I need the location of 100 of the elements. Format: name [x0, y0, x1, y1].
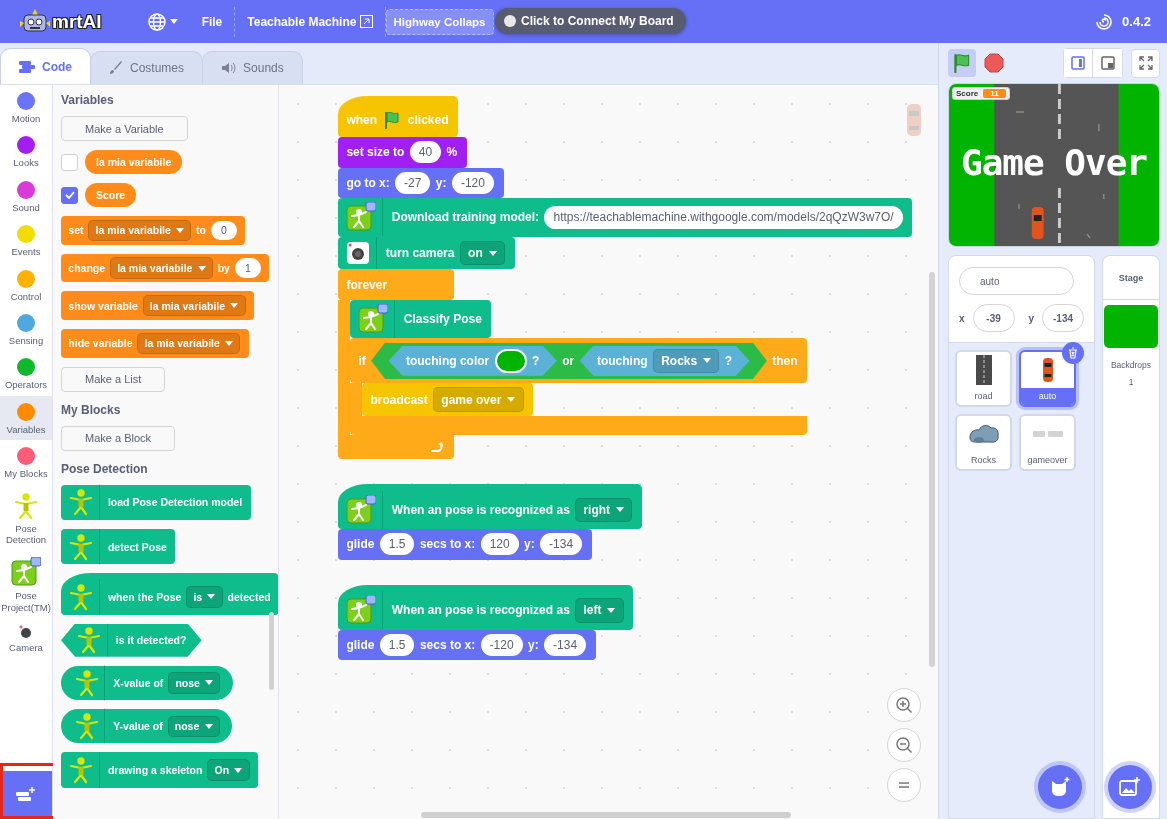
category-item[interactable]: Control: [0, 262, 52, 307]
section-heading: Variables: [61, 93, 114, 107]
code-block[interactable]: hide variable la mia variabile: [61, 329, 249, 358]
category-item[interactable]: Camera: [0, 618, 52, 659]
value-input[interactable]: -134: [544, 633, 587, 657]
sprite-name: auto: [1021, 388, 1074, 405]
stage-size-button[interactable]: [1064, 49, 1093, 77]
backdrop-thumbnail[interactable]: [1104, 305, 1158, 348]
variable-reporter[interactable]: la mia variabile: [85, 150, 183, 174]
value-input[interactable]: -120: [480, 633, 523, 657]
code-block[interactable]: if touching color ? or touching Rocks ? then: [350, 338, 808, 384]
add-backdrop-button[interactable]: [1108, 765, 1152, 809]
color-picker[interactable]: [494, 348, 527, 373]
scrollbar-thumb[interactable]: [929, 272, 935, 667]
boolean-block[interactable]: touching color ?: [388, 345, 557, 376]
zoom-out-button[interactable]: [887, 728, 921, 762]
value-input[interactable]: 1.5: [379, 633, 415, 657]
dropdown-menu[interactable]: is: [186, 586, 223, 608]
category-item[interactable]: Sound: [0, 173, 52, 219]
category-item[interactable]: My Blocks: [0, 440, 52, 485]
start-flag-button[interactable]: [948, 49, 976, 77]
value-input[interactable]: 40: [409, 141, 442, 164]
fullscreen-button[interactable]: [1131, 48, 1160, 78]
value-input[interactable]: https://teachablemachine.withgoogle.com/models/2qQzW3w7O/: [544, 206, 903, 229]
category-label: Control: [10, 290, 42, 302]
menu-item[interactable]: File: [189, 0, 235, 43]
dropdown-menu[interactable]: la mia variabile: [109, 257, 213, 279]
palette-button[interactable]: Make a List: [61, 366, 166, 392]
code-block[interactable]: glide 1.5 secs to x: 120 y: -134: [338, 528, 592, 560]
checkbox[interactable]: [61, 186, 78, 204]
editor-tab[interactable]: Sounds: [202, 51, 303, 84]
dropdown-menu[interactable]: game over: [433, 387, 524, 412]
value-input[interactable]: 1.5: [379, 533, 415, 556]
code-block[interactable]: load Pose Detection model: [61, 484, 251, 521]
dropdown-menu[interactable]: la mia variabile: [142, 295, 246, 317]
category-label: Camera: [9, 642, 43, 654]
code-block[interactable]: Download training model: https://teachablemachine.withgoogle.com/models/2qQzW3w7O/: [338, 198, 913, 237]
car-icon: [1041, 357, 1054, 383]
editor-tab[interactable]: Costumes: [90, 51, 204, 84]
dropdown-menu[interactable]: nose: [167, 715, 220, 737]
dropdown-menu[interactable]: nose: [168, 672, 221, 694]
dropdown-menu[interactable]: Rocks: [652, 348, 720, 373]
dropdown-menu[interactable]: left: [575, 598, 624, 623]
add-sprite-button[interactable]: [1038, 765, 1082, 809]
reset-zoom-button[interactable]: [887, 768, 921, 802]
code-block[interactable]: show variable la mia variabile: [61, 291, 255, 321]
code-block[interactable]: set size to 40 %: [338, 136, 467, 168]
code-block[interactable]: X-value of nose: [61, 665, 234, 701]
code-block[interactable]: glide 1.5 secs to x: -120 y: -134: [338, 629, 596, 661]
block-label: or: [562, 353, 575, 368]
block-label: secs to x:: [419, 537, 476, 552]
sprite-tile[interactable]: road: [955, 350, 1012, 407]
code-block[interactable]: drawing a skeleton On: [61, 752, 258, 788]
category-item[interactable]: Operators: [0, 351, 52, 396]
scrollbar-thumb[interactable]: [269, 612, 274, 690]
sprite-tile[interactable]: gameover: [1019, 414, 1076, 471]
sprite-tile[interactable]: Rocks: [955, 414, 1012, 471]
palette-button[interactable]: Make a Block: [61, 425, 176, 451]
code-block[interactable]: set la mia variabile to 0: [61, 216, 246, 245]
code-block[interactable]: when the Pose is detected: [61, 573, 278, 615]
dropdown-menu[interactable]: on: [459, 240, 505, 266]
palette-button[interactable]: Make a Variable: [61, 116, 188, 141]
value-input[interactable]: -120: [451, 171, 494, 195]
code-block[interactable]: is it detected?: [61, 623, 202, 657]
dropdown-menu[interactable]: right: [575, 497, 633, 522]
code-block[interactable]: When an pose is recognized as left: [338, 584, 634, 630]
category-item[interactable]: Pose Detection: [0, 484, 52, 551]
menu-link[interactable]: Teachable Machine: [235, 0, 386, 43]
dropdown-menu[interactable]: la mia variabile: [137, 332, 241, 355]
code-block[interactable]: broadcast game over: [362, 383, 534, 416]
category-item[interactable]: Looks: [0, 129, 52, 174]
category-item[interactable]: Variables: [0, 395, 52, 441]
code-block[interactable]: Classify Pose: [350, 300, 492, 339]
dropdown-menu[interactable]: On: [207, 759, 250, 781]
value-input[interactable]: 120: [480, 533, 519, 556]
editor-tab[interactable]: Code: [0, 48, 91, 84]
value-input[interactable]: 0: [210, 220, 237, 240]
variable-reporter[interactable]: Score: [85, 183, 137, 207]
sprite-tile[interactable]: auto: [1019, 350, 1076, 407]
value-input[interactable]: 1: [234, 258, 261, 278]
dropdown-menu[interactable]: la mia variabile: [88, 219, 192, 241]
code-block[interactable]: change la mia variabile by 1: [61, 253, 270, 283]
code-block[interactable]: go to x: -27 y: -120: [338, 167, 504, 199]
value-input[interactable]: -27: [395, 171, 431, 195]
code-block[interactable]: detect Pose: [61, 529, 176, 565]
scrollbar-thumb[interactable]: [421, 812, 791, 818]
code-block[interactable]: Y-value of nose: [61, 709, 233, 744]
project-title-field[interactable]: Highway Collaps: [386, 8, 495, 35]
value-input[interactable]: -134: [540, 533, 583, 556]
category-item[interactable]: Pose Project(TM): [0, 550, 52, 619]
category-item[interactable]: Motion: [0, 85, 52, 130]
boolean-block[interactable]: touching color ? or touching Rocks ?: [371, 342, 767, 379]
delete-button[interactable]: [1062, 342, 1084, 364]
code-block[interactable]: turn camera on: [338, 236, 515, 270]
connect-board-button[interactable]: Click to Connect My Board: [495, 8, 686, 34]
zoom-in-button[interactable]: [887, 688, 921, 722]
category-item[interactable]: Sensing: [0, 306, 52, 352]
category-item[interactable]: Events: [0, 218, 52, 263]
code-block[interactable]: When an pose is recognized as right: [338, 483, 642, 529]
boolean-block[interactable]: touching Rocks ?: [579, 345, 750, 376]
